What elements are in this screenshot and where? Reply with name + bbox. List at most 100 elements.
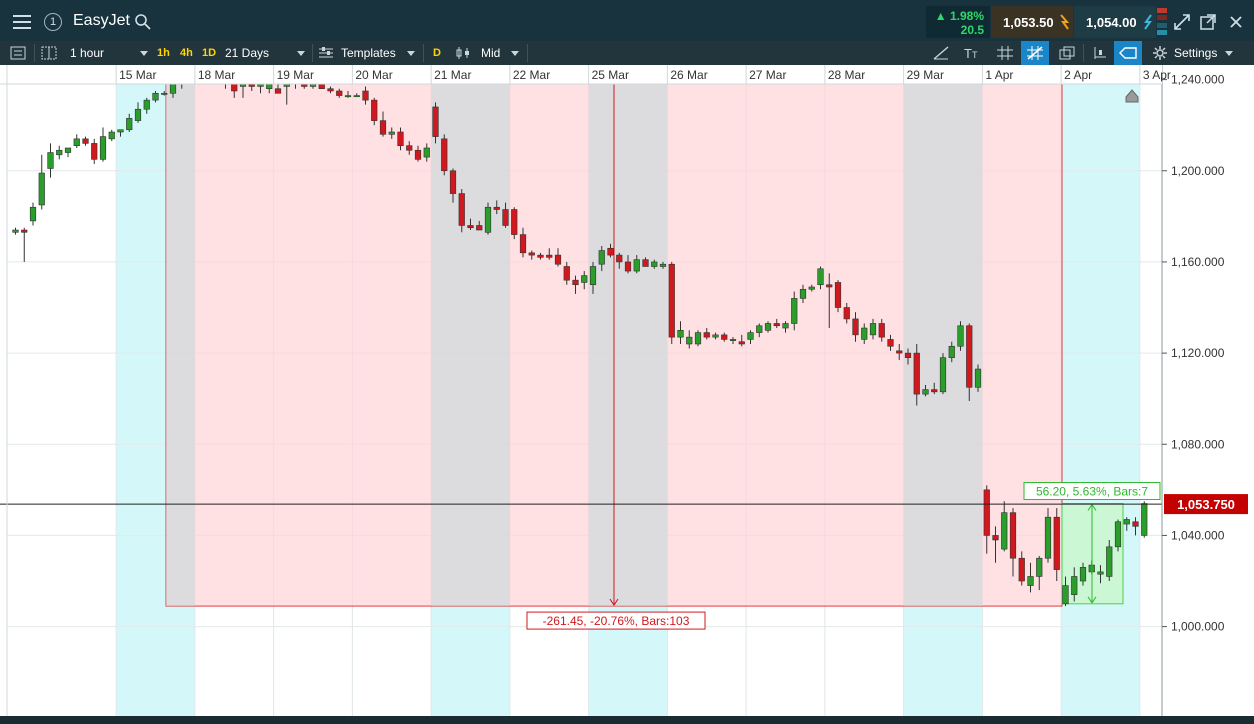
quick-interval-4h[interactable]: 4h (180, 41, 193, 65)
candle-body[interactable] (554, 254, 562, 265)
candle-body[interactable] (773, 323, 780, 327)
indicator-tool[interactable] (1090, 41, 1108, 65)
candle-body[interactable] (458, 193, 465, 226)
templates-dropdown[interactable]: Templates (319, 41, 417, 65)
candle-body[interactable] (152, 92, 159, 101)
candle-body[interactable] (12, 229, 19, 233)
candle-body[interactable] (108, 131, 115, 140)
candle-body[interactable] (414, 149, 422, 160)
quick-interval-1h[interactable]: 1h (157, 41, 170, 65)
candle-body[interactable] (756, 325, 763, 333)
candle-body[interactable] (808, 286, 815, 290)
candle-body[interactable] (231, 83, 238, 92)
candle-body[interactable] (791, 298, 798, 324)
expand-icon[interactable] (1172, 12, 1192, 32)
candle-body[interactable] (712, 334, 719, 338)
candle-body[interactable] (301, 83, 308, 87)
candle-body[interactable] (1123, 519, 1130, 525)
candle-body[interactable] (1009, 512, 1017, 559)
candle-body[interactable] (581, 275, 588, 283)
candle-body[interactable] (563, 266, 570, 281)
candle-body[interactable] (397, 131, 404, 146)
candle-body[interactable] (546, 254, 553, 258)
candle-body[interactable] (896, 350, 903, 354)
candle-body[interactable] (1053, 516, 1060, 570)
candle-body[interactable] (703, 332, 710, 338)
candle-body[interactable] (633, 259, 640, 272)
candle-body[interactable] (467, 225, 474, 229)
text-tool[interactable]: TT (964, 41, 977, 65)
candle-body[interactable] (476, 225, 483, 231)
candle-body[interactable] (134, 108, 142, 121)
candle-body[interactable] (878, 323, 885, 338)
sell-price-button[interactable]: 1,053.50 (991, 6, 1073, 38)
candle-body[interactable] (957, 325, 964, 347)
candle-body[interactable] (904, 352, 912, 358)
candle-body[interactable] (817, 268, 824, 286)
candle-body[interactable] (1106, 546, 1113, 577)
candle-body[interactable] (782, 323, 789, 329)
candle-body[interactable] (336, 90, 343, 96)
candle-body[interactable] (642, 259, 649, 267)
measure-tool[interactable] (1021, 41, 1049, 65)
candle-body[interactable] (939, 357, 947, 393)
candle-body[interactable] (1001, 512, 1008, 550)
candle-body[interactable] (318, 83, 325, 90)
candle-body[interactable] (764, 323, 772, 331)
candle-body[interactable] (38, 172, 45, 206)
candle-body[interactable] (274, 88, 282, 94)
candle-body[interactable] (1018, 557, 1025, 582)
interval-dropdown[interactable]: 1 hour (70, 41, 150, 65)
candle-body[interactable] (1097, 571, 1104, 575)
candle-body[interactable] (528, 252, 535, 256)
candle-body[interactable] (143, 99, 150, 110)
candle-body[interactable] (974, 368, 982, 388)
candle-body[interactable] (388, 131, 395, 135)
candle-body[interactable] (82, 138, 89, 144)
candle-body[interactable] (913, 352, 920, 395)
candle-body[interactable] (449, 170, 457, 194)
candle-body[interactable] (266, 83, 273, 90)
candle-body[interactable] (651, 261, 658, 267)
candle-body[interactable] (309, 83, 317, 87)
candle-body[interactable] (738, 341, 745, 345)
candle-body[interactable] (1071, 576, 1078, 595)
candle-body[interactable] (931, 389, 938, 393)
candle-body[interactable] (126, 118, 133, 131)
candle-body[interactable] (161, 92, 168, 95)
candle-body[interactable] (423, 147, 430, 158)
candle-body[interactable] (721, 334, 728, 340)
candle-body[interactable] (1044, 516, 1052, 559)
candle-body[interactable] (441, 138, 448, 172)
candle-body[interactable] (502, 209, 509, 226)
range-dropdown[interactable]: 21 Days (225, 41, 307, 65)
candle-body[interactable] (64, 147, 72, 153)
candle-body[interactable] (598, 250, 605, 265)
candle-body[interactable] (484, 206, 492, 233)
candle-body[interactable] (826, 284, 833, 288)
candle-body[interactable] (21, 229, 28, 233)
candle-body[interactable] (327, 88, 334, 92)
candle-body[interactable] (624, 261, 632, 272)
candle-body[interactable] (677, 330, 684, 338)
candle-body[interactable] (371, 99, 378, 121)
price-chart[interactable]: -261.45, -20.76%, Bars:103 56.20, 5.63%, … (0, 65, 1254, 724)
candle-body[interactable] (1062, 585, 1069, 605)
candle-body[interactable] (537, 254, 544, 258)
candle-body[interactable] (694, 332, 702, 345)
candle-body[interactable] (519, 234, 527, 254)
search-icon[interactable] (134, 13, 152, 31)
candle-body[interactable] (834, 282, 842, 308)
candle-body[interactable] (747, 332, 754, 340)
candle-body[interactable] (56, 149, 63, 156)
candle-body[interactable] (1036, 557, 1043, 577)
candle-body[interactable] (799, 288, 807, 299)
candle-body[interactable] (353, 95, 360, 98)
candle-body[interactable] (257, 83, 264, 87)
candle-body[interactable] (73, 138, 80, 146)
candle-body[interactable] (91, 143, 98, 160)
candle-body[interactable] (887, 339, 894, 347)
candle-body[interactable] (1079, 567, 1087, 582)
candle-body[interactable] (729, 339, 737, 341)
candle-body[interactable] (47, 152, 54, 169)
